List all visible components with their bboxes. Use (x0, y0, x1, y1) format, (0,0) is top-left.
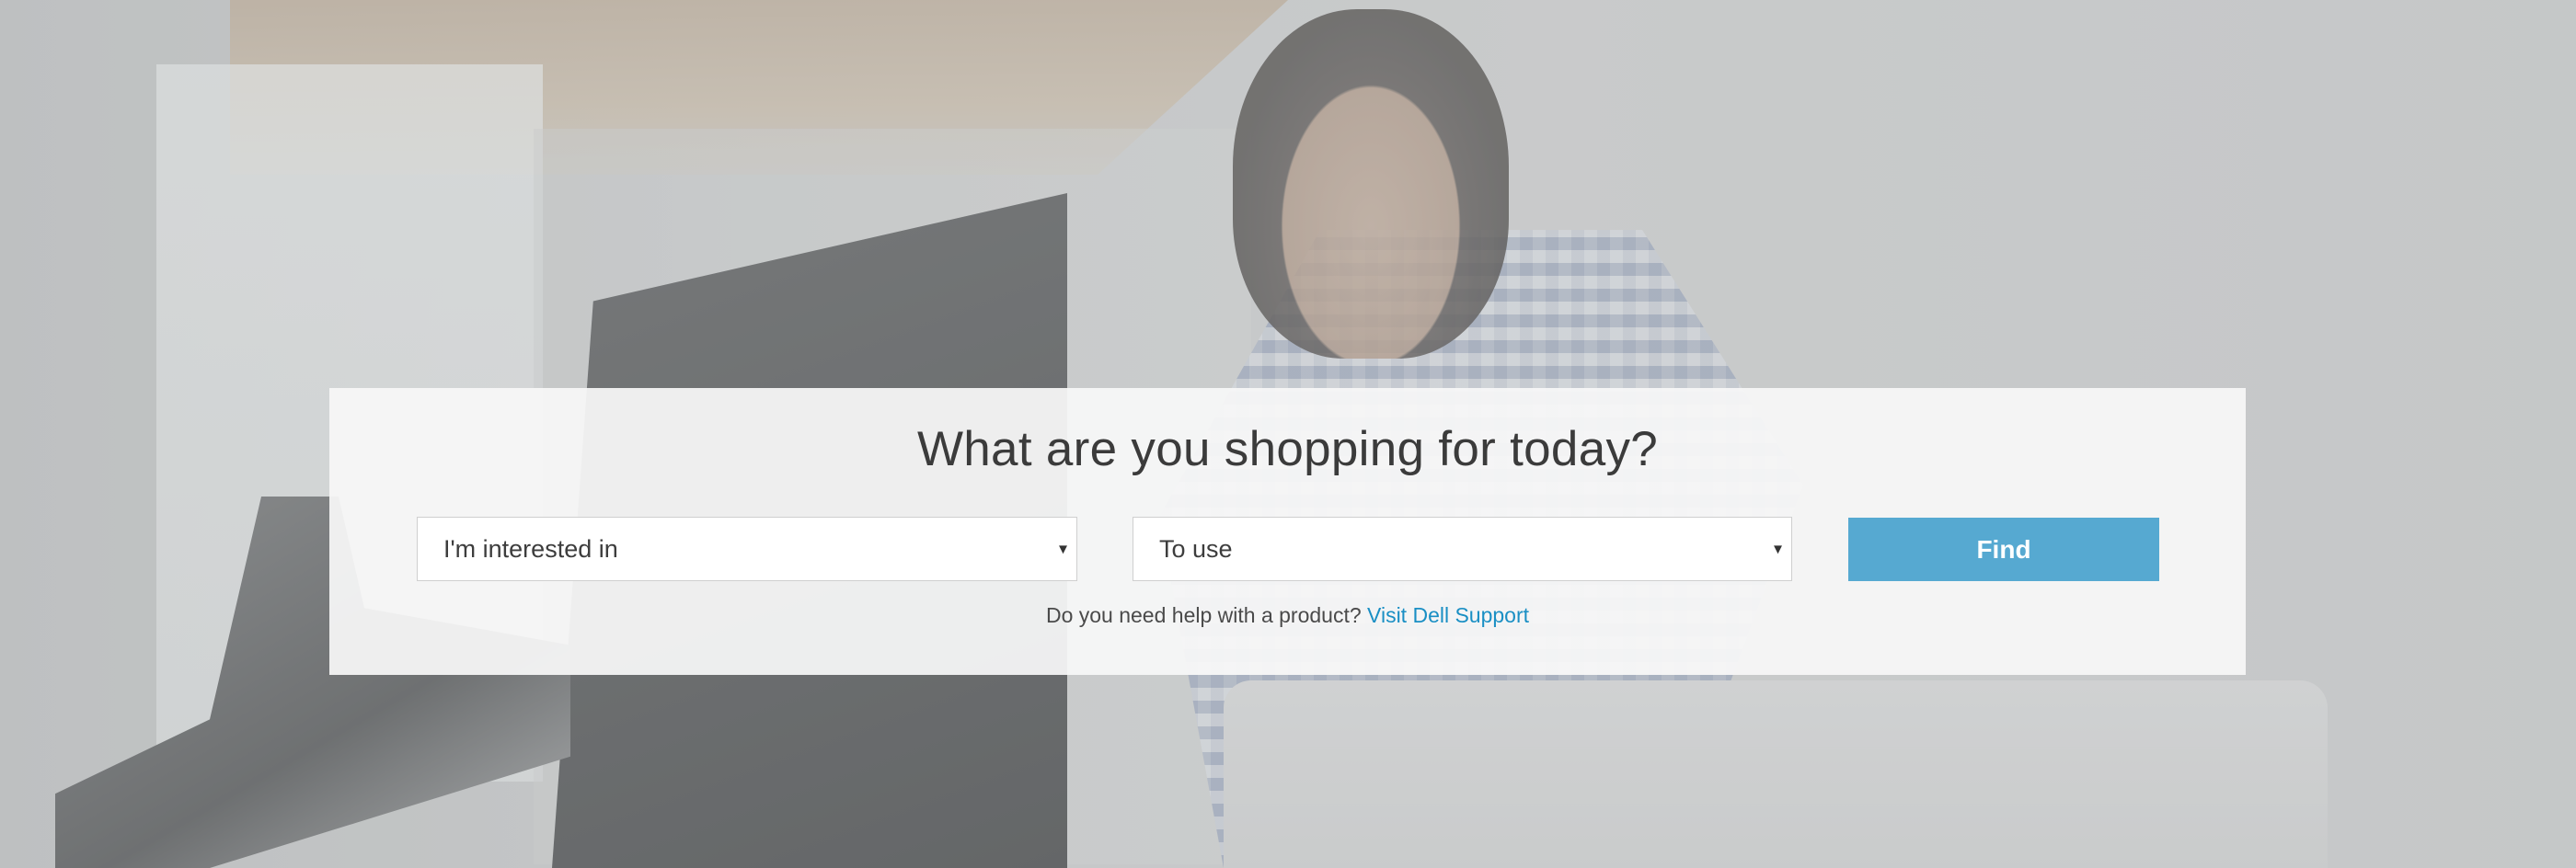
use-select[interactable]: To use ▾ (1133, 517, 1792, 581)
visit-dell-support-link[interactable]: Visit Dell Support (1367, 603, 1529, 627)
interest-select-value: I'm interested in (443, 534, 618, 563)
find-button[interactable]: Find (1848, 518, 2159, 581)
use-select-value: To use (1159, 534, 1233, 563)
triangle-down-icon: ▾ (1773, 539, 1782, 558)
help-line: Do you need help with a product? Visit D… (329, 603, 2246, 628)
interest-select[interactable]: I'm interested in ▾ (417, 517, 1077, 581)
product-finder-panel: What are you shopping for today? I'm int… (329, 388, 2246, 675)
help-text: Do you need help with a product? (1045, 603, 1368, 627)
page-title: What are you shopping for today? (916, 422, 1659, 476)
hero-banner: What are you shopping for today? I'm int… (0, 0, 2576, 868)
triangle-down-icon: ▾ (1058, 539, 1067, 558)
